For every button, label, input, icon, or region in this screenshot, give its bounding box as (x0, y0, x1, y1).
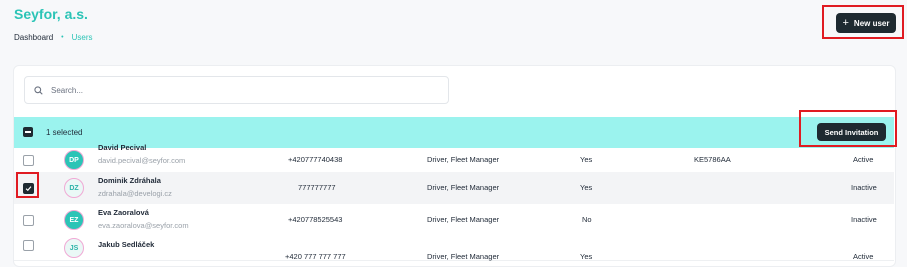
search-input[interactable] (49, 84, 433, 96)
user-status: Active (853, 252, 874, 261)
breadcrumb-separator: • (61, 34, 64, 41)
user-flag: No (582, 215, 592, 224)
table-row[interactable]: DP David Pecival david.pecival@seyfor.co… (14, 143, 894, 173)
new-user-label: New user (853, 18, 890, 28)
user-phone: +420777740438 (288, 155, 343, 164)
send-invitation-button[interactable]: Send Invitation (817, 123, 886, 141)
user-role: Driver, Fleet Manager (427, 183, 500, 192)
avatar: DP (64, 150, 84, 170)
avatar: EZ (64, 210, 84, 230)
new-user-highlight: + New user (822, 5, 904, 39)
user-flag: Yes (580, 183, 593, 192)
user-name: Dominik Zdráhala (98, 176, 161, 185)
new-user-button[interactable]: + New user (836, 13, 896, 33)
row-checkbox-highlight (16, 172, 39, 198)
user-name: Eva Zaoralová (98, 208, 149, 217)
user-flag: Yes (580, 155, 593, 164)
user-license: KE5786AA (694, 155, 731, 164)
table-row[interactable]: EZ Eva Zaoralová eva.zaoralova@seyfor.co… (14, 204, 894, 237)
search-box[interactable] (24, 76, 449, 104)
user-flag: Yes (580, 252, 593, 261)
table-row[interactable]: JS Jakub Sedláček +420 777 777 777 Drive… (14, 236, 894, 261)
page-title: Seyfor, a.s. (14, 6, 88, 22)
row-checkbox[interactable] (23, 155, 34, 166)
user-role: Driver, Fleet Manager (427, 215, 500, 224)
search-icon (34, 85, 43, 95)
user-role: Driver, Fleet Manager (427, 155, 500, 164)
user-status: Active (853, 155, 874, 164)
row-checkbox[interactable] (23, 215, 34, 226)
user-name: Jakub Sedláček (98, 240, 155, 249)
row-checkbox[interactable] (23, 240, 34, 251)
table-row[interactable]: DZ Dominik Zdráhala zdrahala@develogi.cz… (14, 172, 894, 205)
user-name: David Pecival (98, 143, 147, 152)
breadcrumb-dashboard[interactable]: Dashboard (14, 33, 53, 42)
select-all-checkbox[interactable] (23, 127, 33, 137)
selected-count: 1 selected (46, 128, 83, 137)
send-invitation-highlight: Send Invitation (799, 110, 897, 147)
user-email: david.pecival@seyfor.com (98, 156, 186, 165)
user-status: Inactive (851, 183, 877, 192)
avatar: DZ (64, 178, 84, 198)
user-phone: +420 777 777 777 (285, 252, 346, 261)
breadcrumb-users: Users (71, 33, 93, 42)
user-role: Driver, Fleet Manager (427, 252, 500, 261)
user-phone: +420778525543 (288, 215, 343, 224)
user-email: zdrahala@develogi.cz (98, 189, 172, 198)
avatar: JS (64, 238, 84, 258)
breadcrumb: Dashboard • Users (14, 33, 92, 42)
user-email: eva.zaoralova@seyfor.com (98, 221, 189, 230)
user-status: Inactive (851, 215, 877, 224)
user-phone: 777777777 (298, 183, 336, 192)
plus-icon: + (842, 16, 849, 29)
